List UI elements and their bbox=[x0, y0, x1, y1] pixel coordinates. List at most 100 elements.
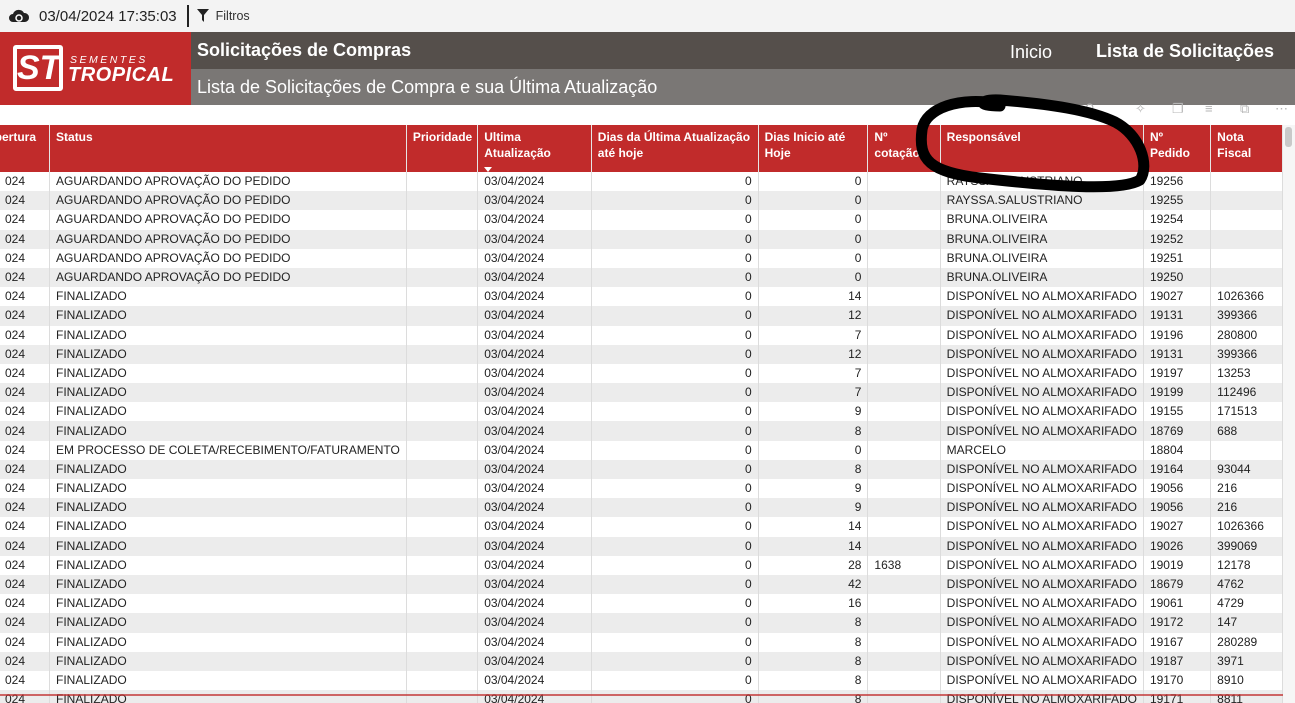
filter-visual-icon[interactable]: ≡ bbox=[1205, 101, 1213, 116]
table-row[interactable]: 024 FINALIZADO 03/04/2024 0 14 DISPONÍVEL NO … bbox=[0, 536, 1283, 556]
cell-ultima-atualizacao: 03/04/2024 bbox=[477, 210, 592, 230]
table-row[interactable]: 024 FINALIZADO 03/04/2024 0 9 DISPONÍVEL NO A… bbox=[0, 479, 1283, 499]
table-row[interactable]: 024 AGUARDANDO APROVAÇÃO DO PEDIDO 03/04/2… bbox=[0, 267, 1283, 288]
table-scrollbar[interactable] bbox=[1283, 125, 1295, 703]
table-row[interactable]: 024 EM PROCESSO DE COLETA/RECEBIMENTO/FAT… bbox=[0, 440, 1283, 460]
col-header-abertura[interactable]: Abertura bbox=[0, 125, 51, 172]
col-header-responsavel[interactable]: Responsável bbox=[940, 125, 1144, 172]
cell-dias-inicio: 0 bbox=[758, 248, 869, 268]
table-row[interactable]: 024 FINALIZADO 03/04/2024 0 8 DISPONÍVEL NO A… bbox=[0, 690, 1283, 703]
table-row[interactable]: 024 FINALIZADO 03/04/2024 0 8 DISPONÍVEL NO A… bbox=[0, 632, 1283, 652]
filters-button[interactable]: Filtros bbox=[216, 9, 250, 23]
cell-status: FINALIZADO bbox=[49, 555, 407, 575]
cell-num-pedido: 19170 bbox=[1143, 670, 1212, 691]
table-row[interactable]: 024 AGUARDANDO APROVAÇÃO DO PEDIDO 03/04/2… bbox=[0, 191, 1283, 211]
table-row[interactable]: 024 FINALIZADO 03/04/2024 0 28 1638 DISPONÍVEL… bbox=[0, 555, 1283, 575]
table-row[interactable]: 024 FINALIZADO 03/04/2024 0 7 DISPONÍVEL NO A… bbox=[0, 383, 1283, 403]
cell-dias-inicio: 8 bbox=[758, 459, 869, 479]
cell-num-cotacao bbox=[867, 383, 941, 403]
cell-nota-fiscal: 13253 bbox=[1210, 363, 1283, 384]
cell-nota-fiscal: 280800 bbox=[1210, 325, 1283, 345]
cell-ultima-atualizacao: 03/04/2024 bbox=[477, 440, 592, 460]
col-header-status[interactable]: Status bbox=[49, 125, 407, 172]
table-row[interactable]: 024 FINALIZADO 03/04/2024 0 14 DISPONÍVEL NO … bbox=[0, 287, 1283, 307]
cell-dias-ultima-atualizacao: 0 bbox=[591, 191, 759, 211]
table-row[interactable]: 024 FINALIZADO 03/04/2024 0 42 DISPONÍVEL NO … bbox=[0, 574, 1283, 595]
col-header-prioridade[interactable]: Prioridade bbox=[406, 125, 479, 172]
pin-icon[interactable]: ⚲ bbox=[1085, 101, 1095, 117]
cell-abertura: 024 bbox=[0, 191, 51, 211]
requests-table-container: Abertura Status Prioridade Ultima Atuali… bbox=[0, 125, 1283, 703]
cell-ultima-atualizacao: 03/04/2024 bbox=[477, 287, 592, 307]
cell-responsavel: DISPONÍVEL NO ALMOXARIFADO bbox=[940, 479, 1144, 499]
table-row[interactable]: 024 FINALIZADO 03/04/2024 0 8 DISPONÍVEL NO A… bbox=[0, 651, 1283, 671]
cell-ultima-atualizacao: 03/04/2024 bbox=[477, 690, 592, 703]
cell-prioridade bbox=[406, 383, 479, 403]
table-row[interactable]: 024 AGUARDANDO APROVAÇÃO DO PEDIDO 03/04/2… bbox=[0, 229, 1283, 249]
cell-nota-fiscal: 12178 bbox=[1210, 555, 1283, 575]
nav-inicio-link[interactable]: Inicio bbox=[1010, 42, 1052, 63]
cell-dias-ultima-atualizacao: 0 bbox=[591, 402, 759, 422]
page-subtitle: Lista de Solicitações de Compra e sua Úl… bbox=[197, 77, 658, 97]
cell-dias-inicio: 0 bbox=[758, 440, 869, 460]
cell-responsavel: BRUNA.OLIVEIRA bbox=[940, 229, 1144, 249]
table-row[interactable]: 024 FINALIZADO 03/04/2024 0 16 DISPONÍVEL NO … bbox=[0, 594, 1283, 614]
pin-visual-icon[interactable]: ✧ bbox=[1135, 101, 1146, 117]
col-header-dias-inicio[interactable]: Dias Inicio até Hoje bbox=[758, 125, 869, 172]
table-row[interactable]: 024 FINALIZADO 03/04/2024 0 9 DISPONÍVEL NO A… bbox=[0, 402, 1283, 422]
cell-responsavel: DISPONÍVEL NO ALMOXARIFADO bbox=[940, 421, 1144, 441]
cell-num-pedido: 19172 bbox=[1143, 613, 1212, 633]
cell-nota-fiscal bbox=[1210, 267, 1283, 288]
cell-abertura: 024 bbox=[0, 402, 51, 422]
focus-mode-icon[interactable]: ⧉ bbox=[1240, 101, 1249, 117]
cell-num-pedido: 19250 bbox=[1143, 267, 1212, 288]
cell-ultima-atualizacao: 03/04/2024 bbox=[477, 555, 592, 575]
col-header-num-cotacao[interactable]: Nº cotação bbox=[867, 125, 941, 172]
cell-dias-inicio: 14 bbox=[758, 517, 869, 537]
cell-num-cotacao bbox=[867, 344, 941, 364]
table-row[interactable]: 024 FINALIZADO 03/04/2024 0 14 DISPONÍVEL NO … bbox=[0, 517, 1283, 537]
cell-num-pedido: 19131 bbox=[1143, 344, 1212, 364]
table-row[interactable]: 024 FINALIZADO 03/04/2024 0 7 DISPONÍVEL NO A… bbox=[0, 363, 1283, 384]
cell-num-pedido: 19131 bbox=[1143, 306, 1212, 326]
filter-icon[interactable] bbox=[196, 9, 209, 23]
cell-dias-inicio: 0 bbox=[758, 267, 869, 288]
cell-responsavel: DISPONÍVEL NO ALMOXARIFADO bbox=[940, 402, 1144, 422]
cell-nota-fiscal: 216 bbox=[1210, 479, 1283, 499]
cloud-refresh-icon[interactable] bbox=[8, 8, 30, 24]
table-row[interactable]: 024 AGUARDANDO APROVAÇÃO DO PEDIDO 03/04/2… bbox=[0, 248, 1283, 268]
cell-abertura: 024 bbox=[0, 690, 51, 703]
cell-nota-fiscal: 8811 bbox=[1210, 690, 1283, 703]
cell-num-cotacao bbox=[867, 248, 941, 268]
nav-lista-solicitacoes-link[interactable]: Lista de Solicitações bbox=[1096, 41, 1274, 62]
col-header-num-pedido[interactable]: Nº Pedido bbox=[1143, 125, 1212, 172]
cell-responsavel: DISPONÍVEL NO ALMOXARIFADO bbox=[940, 613, 1144, 633]
col-header-nota-fiscal[interactable]: Nota Fiscal bbox=[1210, 125, 1283, 172]
cell-prioridade bbox=[406, 325, 479, 345]
more-options-icon[interactable]: ⋯ bbox=[1275, 101, 1288, 117]
cell-num-pedido: 18769 bbox=[1143, 421, 1212, 441]
table-row[interactable]: 024 FINALIZADO 03/04/2024 0 8 DISPONÍVEL NO A… bbox=[0, 613, 1283, 633]
table-row[interactable]: 024 FINALIZADO 03/04/2024 0 9 DISPONÍVEL NO A… bbox=[0, 498, 1283, 518]
col-header-ultima-atualizacao[interactable]: Ultima Atualização bbox=[477, 125, 592, 172]
cell-responsavel: DISPONÍVEL NO ALMOXARIFADO bbox=[940, 574, 1144, 595]
cell-num-pedido: 19027 bbox=[1143, 287, 1212, 307]
cell-status: AGUARDANDO APROVAÇÃO DO PEDIDO bbox=[49, 210, 407, 230]
cell-responsavel: DISPONÍVEL NO ALMOXARIFADO bbox=[940, 555, 1144, 575]
table-row[interactable]: 024 FINALIZADO 03/04/2024 0 8 DISPONÍVEL NO A… bbox=[0, 670, 1283, 691]
cell-abertura: 024 bbox=[0, 536, 51, 556]
cell-status: FINALIZADO bbox=[49, 670, 407, 691]
table-row[interactable]: 024 AGUARDANDO APROVAÇÃO DO PEDIDO 03/04/2… bbox=[0, 210, 1283, 230]
table-row[interactable]: 024 AGUARDANDO APROVAÇÃO DO PEDIDO 03/04/2… bbox=[0, 172, 1283, 192]
table-row[interactable]: 024 FINALIZADO 03/04/2024 0 12 DISPONÍVEL NO … bbox=[0, 306, 1283, 326]
scrollbar-thumb[interactable] bbox=[1285, 127, 1292, 147]
table-row[interactable]: 024 FINALIZADO 03/04/2024 0 7 DISPONÍVEL NO A… bbox=[0, 325, 1283, 345]
table-row[interactable]: 024 FINALIZADO 03/04/2024 0 8 DISPONÍVEL NO A… bbox=[0, 421, 1283, 441]
cell-prioridade bbox=[406, 363, 479, 384]
col-header-dias-ultima-atualizacao[interactable]: Dias da Última Atualização até hoje bbox=[591, 125, 759, 172]
cell-ultima-atualizacao: 03/04/2024 bbox=[477, 363, 592, 384]
cell-status: FINALIZADO bbox=[49, 325, 407, 345]
table-row[interactable]: 024 FINALIZADO 03/04/2024 0 8 DISPONÍVEL NO A… bbox=[0, 459, 1283, 479]
table-row[interactable]: 024 FINALIZADO 03/04/2024 0 12 DISPONÍVEL NO … bbox=[0, 344, 1283, 364]
copy-icon[interactable]: ❐ bbox=[1172, 101, 1184, 117]
